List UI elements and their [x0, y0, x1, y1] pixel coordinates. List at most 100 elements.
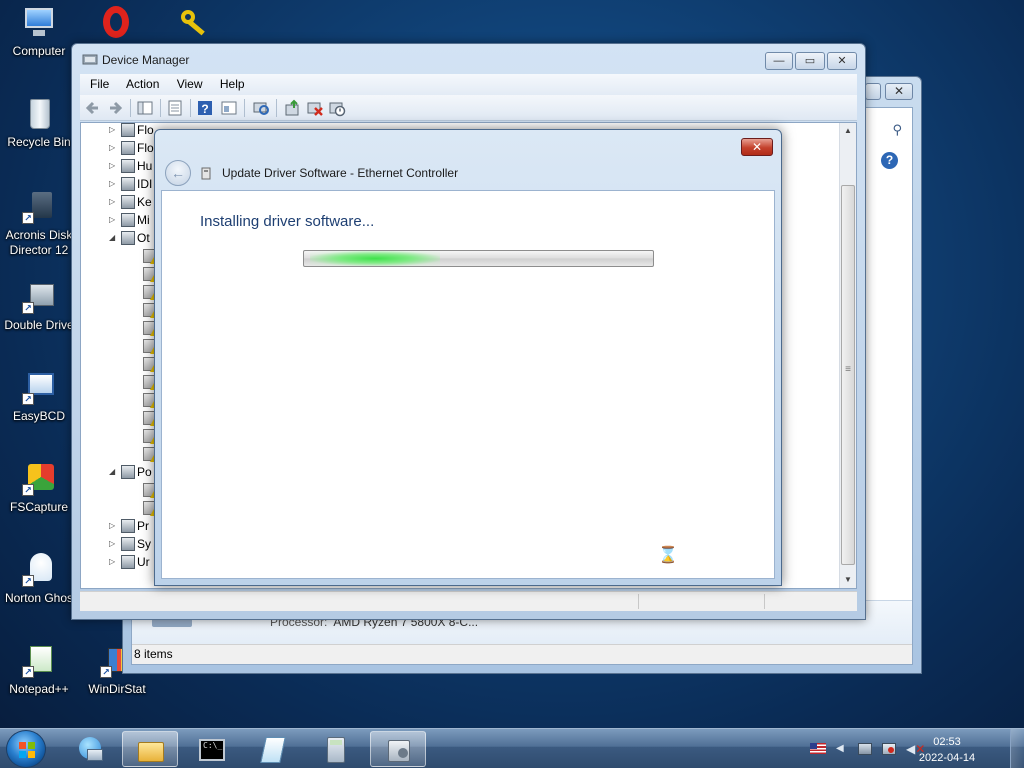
expand-arrow-icon[interactable]: ▷ [109, 553, 117, 571]
search-icon[interactable]: ⚲ [892, 122, 902, 138]
desktop-icon-norton-ghost[interactable]: ↗ Norton Ghos [0, 553, 78, 606]
tree-row[interactable] [81, 355, 158, 373]
notepad-icon [259, 735, 289, 763]
expand-arrow-icon[interactable]: ▷ [109, 157, 117, 175]
tray-arrow-icon[interactable]: ◀ [836, 743, 852, 755]
maximize-button[interactable]: ▭ [795, 52, 825, 70]
expand-arrow-icon[interactable]: ▷ [109, 193, 117, 211]
status-divider [638, 594, 639, 609]
menu-file[interactable]: File [90, 77, 109, 91]
taskbar-calculator[interactable] [308, 731, 364, 767]
safely-remove-icon[interactable] [858, 743, 874, 755]
tree-row[interactable]: ◢ Po [81, 463, 152, 481]
uninstall-icon[interactable] [306, 99, 324, 117]
menu-action[interactable]: Action [126, 77, 159, 91]
tree-row[interactable]: ▷ Ur [81, 553, 150, 571]
disable-icon[interactable] [328, 99, 346, 117]
expand-arrow-icon[interactable]: ▷ [109, 175, 117, 193]
help-icon[interactable]: ? [881, 152, 898, 169]
scroll-thumb[interactable] [841, 185, 855, 565]
desktop-icon-label: EasyBCD [12, 409, 65, 423]
help-icon[interactable]: ? [196, 99, 214, 117]
taskbar-device-manager[interactable] [370, 731, 426, 767]
taskbar-explorer[interactable] [122, 731, 178, 767]
status-bar [80, 591, 857, 611]
expand-arrow-icon[interactable]: ▷ [109, 121, 117, 139]
shortcut-arrow-icon: ↗ [22, 484, 34, 496]
back-icon[interactable] [84, 99, 102, 117]
desktop-icon-key[interactable] [155, 6, 233, 44]
tree-row[interactable] [81, 391, 158, 409]
taskbar-cmd[interactable]: C:\_ [184, 731, 240, 767]
tree-row[interactable] [81, 445, 158, 463]
maximize-button[interactable] [865, 83, 881, 100]
clock-time: 02:53 [933, 736, 961, 748]
desktop-icon-fscapture[interactable]: ↗ FSCapture [0, 462, 78, 515]
tree-row[interactable]: ◢ Ot [81, 229, 150, 247]
language-flag-icon[interactable] [810, 743, 826, 755]
tree-row[interactable]: ▷ Flo [81, 139, 154, 157]
update-driver-icon[interactable] [284, 99, 302, 117]
expand-arrow-icon[interactable]: ▷ [109, 517, 117, 535]
tree-row[interactable]: ▷ Sy [81, 535, 151, 553]
forward-icon[interactable] [106, 99, 124, 117]
menu-help[interactable]: Help [220, 77, 245, 91]
tree-row[interactable]: ▷ Flo [81, 121, 154, 139]
close-button[interactable]: ✕ [885, 83, 913, 100]
shortcut-arrow-icon: ↗ [22, 393, 34, 405]
desktop-icon-notepadpp[interactable]: ↗ Notepad++ [0, 644, 78, 697]
minimize-button[interactable]: — [765, 52, 793, 70]
desktop-icon-double-driver[interactable]: ↗ Double Drive [0, 280, 78, 333]
collapse-arrow-icon[interactable]: ◢ [109, 229, 117, 247]
scan-hardware-icon[interactable] [252, 99, 270, 117]
desktop-icon-easybcd[interactable]: ↗ EasyBCD [0, 371, 78, 424]
scroll-down-arrow-icon[interactable]: ▼ [840, 572, 856, 588]
collapse-arrow-icon[interactable]: ◢ [109, 463, 117, 481]
close-button[interactable]: ✕ [827, 52, 857, 70]
tree-row[interactable] [81, 247, 158, 265]
tree-row[interactable] [81, 427, 158, 445]
view-icon[interactable] [220, 99, 238, 117]
update-driver-dialog[interactable]: ✕ ← Update Driver Software - Ethernet Co… [154, 129, 782, 586]
show-hide-tree-icon[interactable] [136, 99, 154, 117]
scroll-up-arrow-icon[interactable]: ▲ [840, 123, 856, 139]
tree-row[interactable] [81, 319, 158, 337]
desktop-icon-computer[interactable]: Computer [0, 6, 78, 59]
window-title: Device Manager [102, 53, 190, 67]
properties-icon[interactable] [166, 99, 184, 117]
tree-row[interactable]: ▷ Pr [81, 517, 149, 535]
back-arrow-icon[interactable]: ← [165, 160, 191, 186]
desktop-icon-acronis[interactable]: ↗ Acronis Disk Director 12 [0, 190, 78, 258]
tree-row[interactable] [81, 283, 158, 301]
network-tray-icon[interactable] [882, 743, 898, 755]
dialog-title: Update Driver Software - Ethernet Contro… [222, 166, 459, 180]
tree-row[interactable] [81, 499, 158, 517]
taskbar-notepad[interactable] [246, 731, 302, 767]
vertical-scrollbar[interactable]: ▲ ▼ [839, 123, 856, 588]
show-desktop-button[interactable] [1010, 729, 1024, 768]
tree-row[interactable]: ▷ Hu [81, 157, 152, 175]
tree-row[interactable]: ▷ Ke [81, 193, 152, 211]
expand-arrow-icon[interactable]: ▷ [109, 139, 117, 157]
tree-row[interactable] [81, 337, 158, 355]
tree-row[interactable] [81, 481, 158, 499]
desktop-icon-recycle-bin[interactable]: Recycle Bin [0, 97, 78, 150]
menu-view[interactable]: View [177, 77, 203, 91]
taskbar-network[interactable] [62, 731, 118, 767]
desktop-icon-opera[interactable] [77, 6, 155, 44]
tree-row[interactable] [81, 373, 158, 391]
start-button[interactable] [6, 730, 46, 768]
expand-arrow-icon[interactable]: ▷ [109, 535, 117, 553]
tree-row[interactable] [81, 301, 158, 319]
close-button[interactable]: ✕ [741, 138, 773, 156]
tree-row[interactable] [81, 409, 158, 427]
tree-row[interactable]: ▷ Mi [81, 211, 150, 229]
dialog-content: Installing driver software... ⌛ [161, 190, 775, 579]
tree-row[interactable]: ▷ IDI [81, 175, 152, 193]
computer-icon [22, 6, 56, 40]
clock[interactable]: 02:53 2022-04-14 [912, 734, 982, 766]
tree-row[interactable] [81, 265, 158, 283]
title-bar[interactable]: Device Manager — ▭ ✕ [72, 44, 865, 74]
expand-arrow-icon[interactable]: ▷ [109, 211, 117, 229]
taskbar: C:\_ ◀ ◀✕ 02:53 2022-04-14 [0, 728, 1024, 768]
